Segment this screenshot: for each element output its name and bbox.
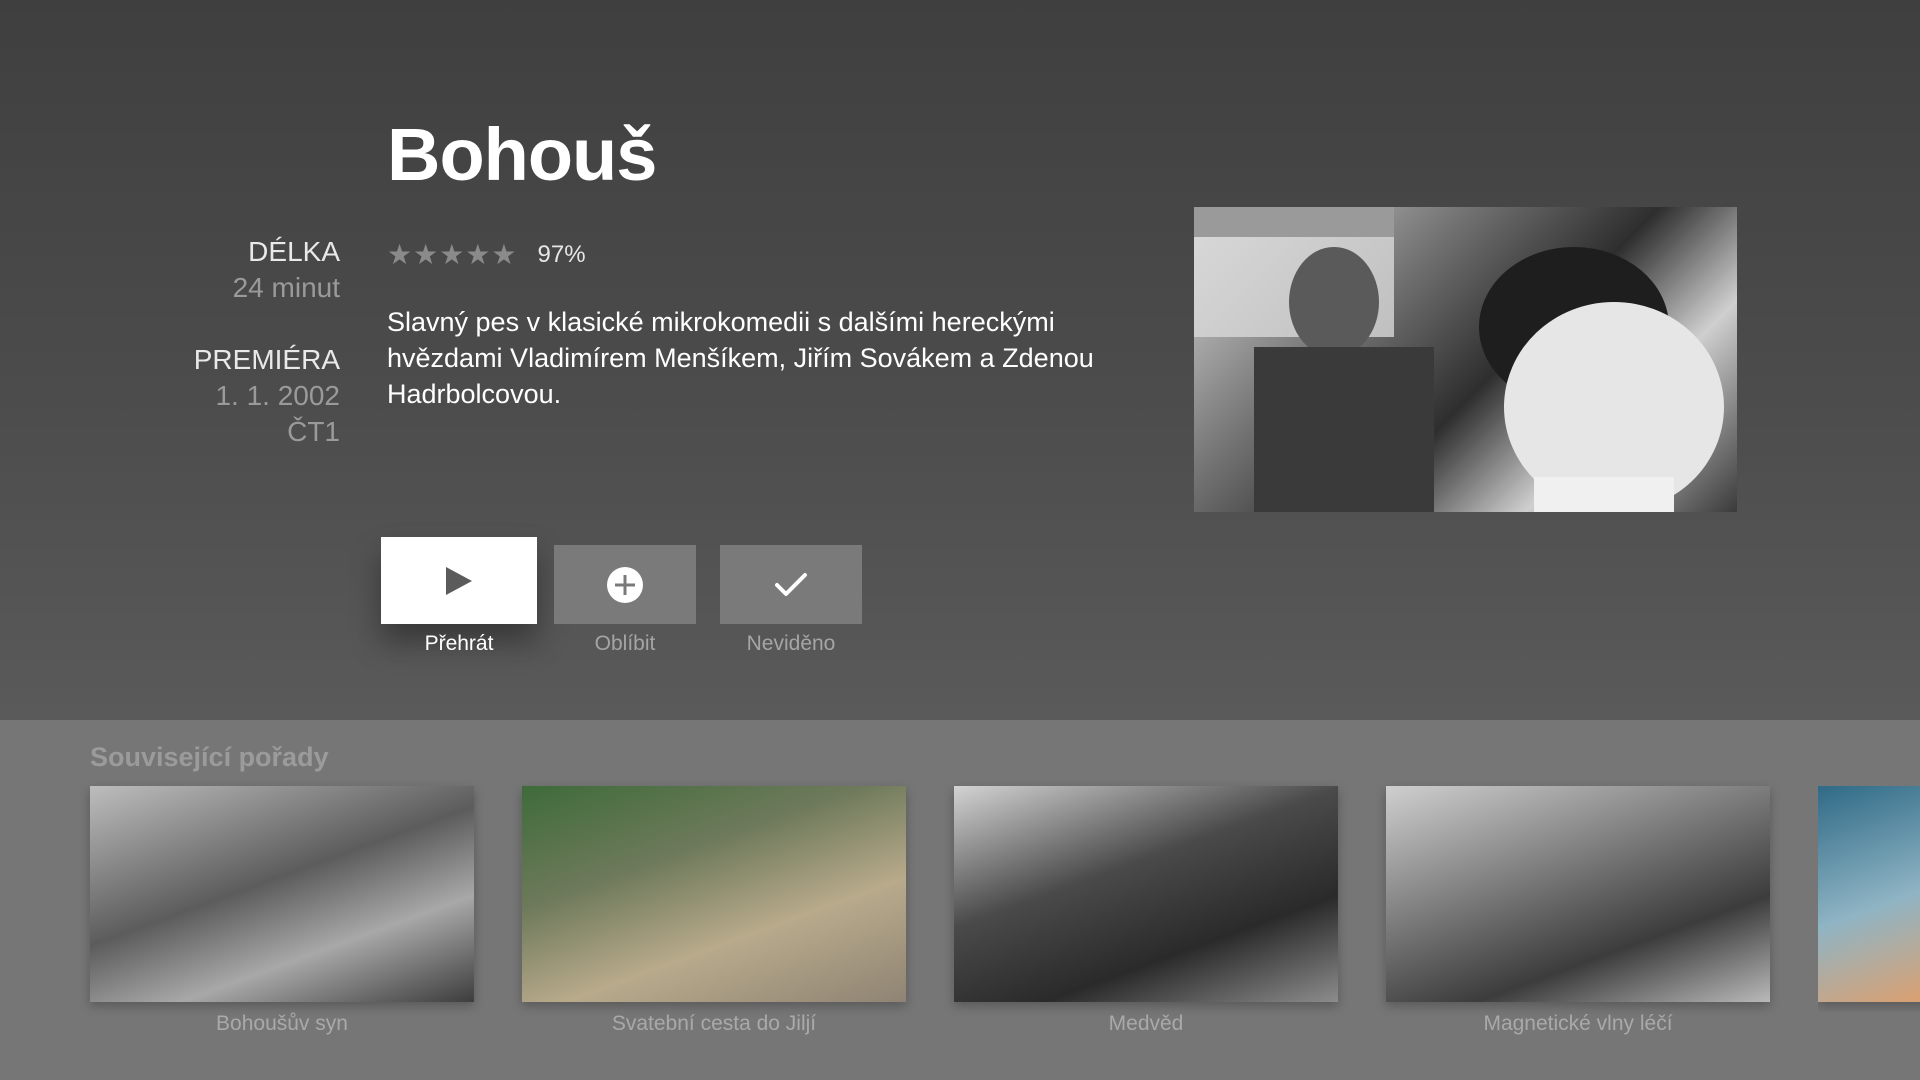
rating: ★★★★★ 97% xyxy=(387,238,586,271)
related-show-thumbnail xyxy=(1386,786,1770,1002)
related-show-thumbnail xyxy=(954,786,1338,1002)
related-show-label: Bohoušův syn xyxy=(216,1012,348,1035)
show-title: Bohouš xyxy=(387,113,657,196)
related-show-card-partial[interactable] xyxy=(1818,786,1920,1012)
unseen-button-label: Neviděno xyxy=(746,632,836,655)
premiere-label: PREMIÉRA xyxy=(193,344,340,375)
related-show-label: Medvěd xyxy=(1108,1012,1184,1035)
unseen-button[interactable] xyxy=(720,545,862,624)
length-info: DÉLKA 24 minut xyxy=(233,234,340,306)
play-button-label: Přehrát xyxy=(424,632,494,655)
rating-stars-icon: ★★★★★ xyxy=(387,239,518,270)
related-show-label: Magnetické vlny léčí xyxy=(1483,1012,1673,1035)
related-shows-section: Související pořady Bohoušův syn Svatební… xyxy=(0,720,1920,1080)
play-button[interactable] xyxy=(381,537,537,624)
rating-percent: 97% xyxy=(537,240,586,268)
checkmark-icon xyxy=(775,572,807,596)
play-icon xyxy=(446,566,472,595)
length-value: 24 minut xyxy=(232,272,340,303)
related-show-card[interactable]: Magnetické vlny léčí xyxy=(1386,786,1770,1036)
favorite-button[interactable] xyxy=(554,545,696,624)
related-show-card[interactable]: Svatební cesta do Jiljí xyxy=(522,786,906,1036)
show-description: Slavný pes v klasické mikrokomedii s dal… xyxy=(387,307,1094,409)
related-show-card[interactable]: Bohoušův syn xyxy=(90,786,474,1036)
related-shows-title: Související pořady xyxy=(90,742,329,772)
related-show-card[interactable]: Medvěd xyxy=(954,786,1338,1036)
related-show-thumbnail xyxy=(90,786,474,1002)
length-label: DÉLKA xyxy=(248,236,340,267)
detail-hero: Bohouš DÉLKA 24 minut PREMIÉRA 1. 1. 200… xyxy=(0,0,1920,720)
favorite-button-label: Oblíbit xyxy=(594,632,656,655)
related-show-thumbnail xyxy=(522,786,906,1002)
premiere-channel: ČT1 xyxy=(287,416,340,447)
plus-circle-icon xyxy=(607,566,643,603)
related-show-label: Svatební cesta do Jiljí xyxy=(611,1012,817,1035)
premiere-date: 1. 1. 2002 xyxy=(215,380,340,411)
related-show-thumbnail xyxy=(1818,786,1920,1002)
show-poster-image xyxy=(1194,207,1737,512)
premiere-info: PREMIÉRA 1. 1. 2002 ČT1 xyxy=(194,342,340,450)
poster-illustration xyxy=(1194,207,1724,512)
